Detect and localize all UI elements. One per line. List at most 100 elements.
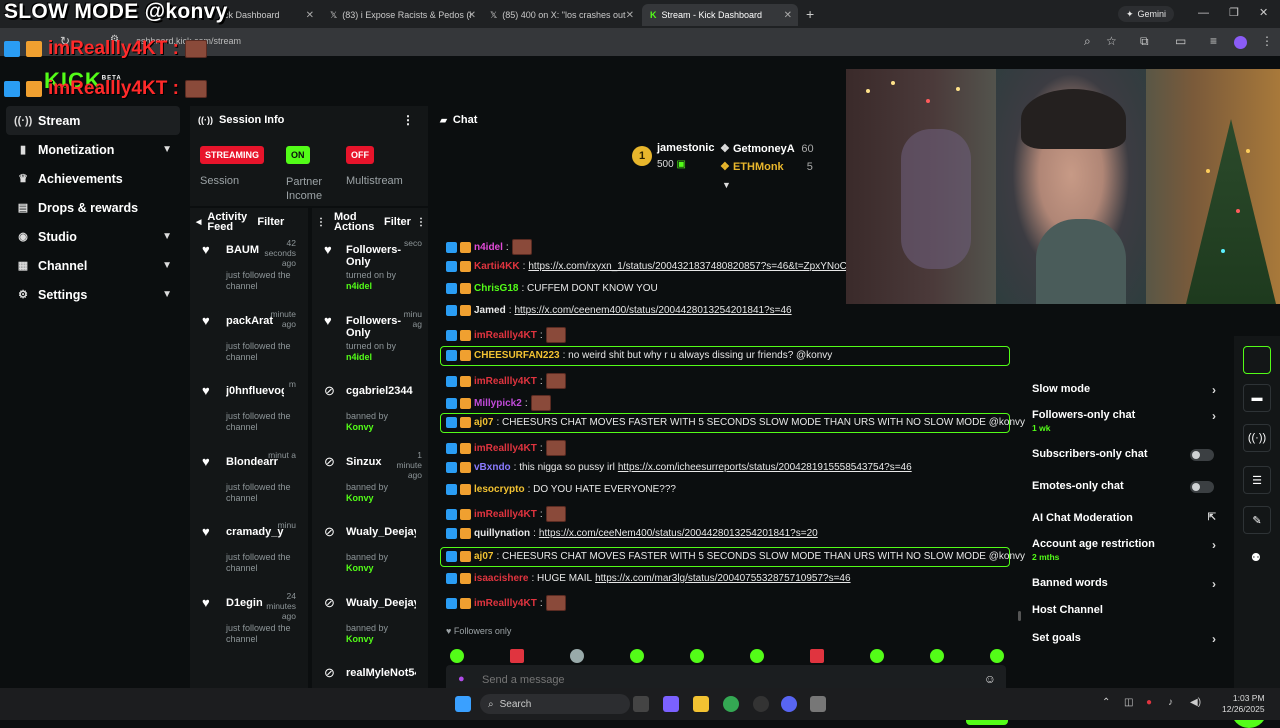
activity-item[interactable]: ♥ packArat minute ago just followed the … [190,307,308,378]
nav-item-studio[interactable]: ◉ Studio ▼ [0,222,190,251]
chat-setting-row[interactable]: Subscribers-only chat [1032,448,1222,461]
minimize-icon[interactable]: — [1198,7,1209,19]
activity-item[interactable]: ♥ D1egin 24 minutes ago just followed th… [190,589,308,660]
chat-link[interactable]: https://x.com/ceeNem400/status/200442801… [539,528,818,539]
nav-item-settings[interactable]: ⚙ Settings ▼ [0,280,190,309]
chrome-icon[interactable] [723,696,739,712]
list-icon[interactable]: ☰ [1243,466,1271,494]
task-view-icon[interactable] [633,696,649,712]
multistream-off-badge[interactable]: OFF [346,146,374,164]
collapse-icon[interactable]: ◀ [196,218,201,226]
window-close-icon[interactable]: ✕ [1259,6,1268,19]
toggle-switch[interactable] [1190,481,1214,493]
leaderboard-row[interactable]: ❖ ETHMonk 5 [720,160,813,173]
chat-username[interactable]: ChrisG18 [474,283,518,294]
activity-item[interactable]: ♥ BAUM 42 seconds ago just followed the … [190,236,308,307]
chat-message[interactable]: imReallly4KT : [446,440,566,456]
copilot-icon[interactable] [663,696,679,712]
extensions-icon[interactable]: ⧉ [1140,34,1149,49]
taskbar-search[interactable]: ⌕ Search [480,694,630,714]
browser-tab[interactable]: 𝕏 (83) i Expose Racists & Pedos (i ✕ [322,4,482,26]
chat-bubble-icon[interactable]: ▬ [1243,384,1271,412]
mod-action-item[interactable]: ⊘ Wualy_Deejay banned by Konvy [312,589,428,660]
chat-message[interactable]: lesocrypto : DO YOU HATE EVERYONE??? [446,484,676,495]
activity-item[interactable]: ♥ j0hnfluevog m just followed the channe… [190,377,308,448]
chat-username[interactable]: vBxndo [474,462,511,473]
activity-item[interactable]: ♥ cramady_y minu just followed the chann… [190,518,308,589]
mod-target[interactable]: Wualy_Deejay [346,526,416,538]
chat-username[interactable]: imReallly4KT [474,376,537,387]
leaderboard-row[interactable]: ❖ GetmoneyA 60 [720,142,814,155]
chat-setting-row[interactable]: Banned words › [1032,577,1222,591]
close-icon[interactable]: ✕ [784,10,792,21]
mod-by[interactable]: Konvy [346,493,374,503]
chat-message[interactable]: Kartii4KK : https://x.com/rxyxn_1/status… [446,261,854,272]
mod-action-item[interactable]: ♥ Followers-Only minu ag turned on by n4… [312,307,428,378]
chat-message[interactable]: imReallly4KT : [446,506,566,522]
chat-username[interactable]: Jamed [474,305,506,316]
filter-button[interactable]: Filter [257,216,284,228]
emote-icon[interactable] [450,649,464,663]
mod-action-item[interactable]: ⊘ realMyleNot54 [312,659,428,688]
chat-setting-row[interactable]: Followers-only chat 1 wk › [1032,409,1222,433]
network-icon[interactable]: ◫ [1124,697,1133,708]
zoom-icon[interactable]: ⌕ [1084,34,1091,49]
chat-username[interactable]: CHEESURFAN223 [474,350,560,361]
mod-target[interactable]: Wualy_Deejay [346,597,416,609]
rail-button[interactable] [1243,346,1271,374]
mod-by[interactable]: n4idel [346,281,372,291]
chat-username[interactable]: imReallly4KT [474,509,537,520]
chat-link[interactable]: https://x.com/icheesurreports/status/200… [618,462,912,473]
chat-username[interactable]: imReallly4KT [474,598,537,609]
emote-icon[interactable] [570,649,584,663]
maximize-icon[interactable]: ❐ [1229,6,1239,19]
chat-message[interactable]: aj07 : CHEESURS CHAT MOVES FASTER WITH 5… [446,417,1025,428]
windows-start-icon[interactable] [455,696,471,712]
chat-username[interactable]: aj07 [474,551,493,562]
browser-tab[interactable]: 𝕏 (85) 400 on X: "los crashes out ✕ [482,4,640,26]
chat-message[interactable]: Jamed : https://x.com/ceenem400/status/2… [446,305,792,316]
mod-by[interactable]: Konvy [346,422,374,432]
gemini-button[interactable]: ✦ Gemini [1118,6,1175,22]
chat-setting-row[interactable]: AI Chat Moderation ⇱ [1032,512,1222,524]
obs-icon[interactable] [753,696,769,712]
file-explorer-icon[interactable] [693,696,709,712]
mod-by[interactable]: Konvy [346,634,374,644]
close-icon[interactable]: ✕ [306,10,314,21]
profile-avatar[interactable] [1234,36,1247,49]
more-icon[interactable]: ⋮ [416,217,426,228]
browser-tab-active[interactable]: K Stream - Kick Dashboard ✕ [642,4,798,26]
mod-target[interactable]: cgabriel2344 [346,385,416,397]
mod-action-item[interactable]: ⊘ cgabriel2344 banned by Konvy [312,377,428,448]
chat-message[interactable]: aj07 : CHEESURS CHAT MOVES FASTER WITH 5… [446,551,1025,562]
chat-username[interactable]: Millypick2 [474,398,522,409]
emoji-icon[interactable]: ☺ [984,672,996,686]
chat-setting-row[interactable]: Emotes-only chat [1032,480,1222,493]
emote-icon[interactable] [870,649,884,663]
chat-setting-row[interactable]: Account age restriction 2 mths › [1032,538,1222,562]
emote-icon[interactable] [750,649,764,663]
chat-link[interactable]: https://x.com/ceenem400/status/200442801… [514,305,791,316]
drag-handle-icon[interactable]: ⋮ [316,217,326,228]
chat-username[interactable]: quillynation [474,528,530,539]
mod-action-item[interactable]: ⊘ Sinzux 1 minute ago banned by Konvy [312,448,428,519]
bookmark-star-icon[interactable]: ☆ [1106,34,1117,48]
new-tab-button[interactable]: + [806,6,814,22]
nav-item-monetization[interactable]: ▮ Monetization ▼ [0,135,190,164]
emote-icon[interactable] [990,649,1004,663]
chat-setting-row[interactable]: Set goals › [1032,632,1222,646]
volume-icon[interactable]: ◀) [1190,697,1201,708]
menu-icon[interactable]: ⋮ [1261,34,1273,48]
emote-icon[interactable] [630,649,644,663]
emote-icon[interactable] [510,649,524,663]
chat-message[interactable]: Millypick2 : [446,395,551,411]
tray-chevron-icon[interactable]: ⌃ [1102,697,1110,708]
chat-message[interactable]: n4idel : [446,239,532,255]
chat-message[interactable]: isaacishere : HUGE MAIL https://x.com/ma… [446,573,851,584]
chat-link[interactable]: https://x.com/mar3lg/status/200407553287… [595,573,850,584]
chat-username[interactable]: Kartii4KK [474,261,520,272]
side-panel-icon[interactable]: ▭ [1175,34,1186,48]
activity-item[interactable]: ♥ Blondearr minut a just followed the ch… [190,448,308,519]
mod-by[interactable]: Konvy [346,563,374,573]
nav-item-stream[interactable]: ((·)) Stream [6,106,180,135]
